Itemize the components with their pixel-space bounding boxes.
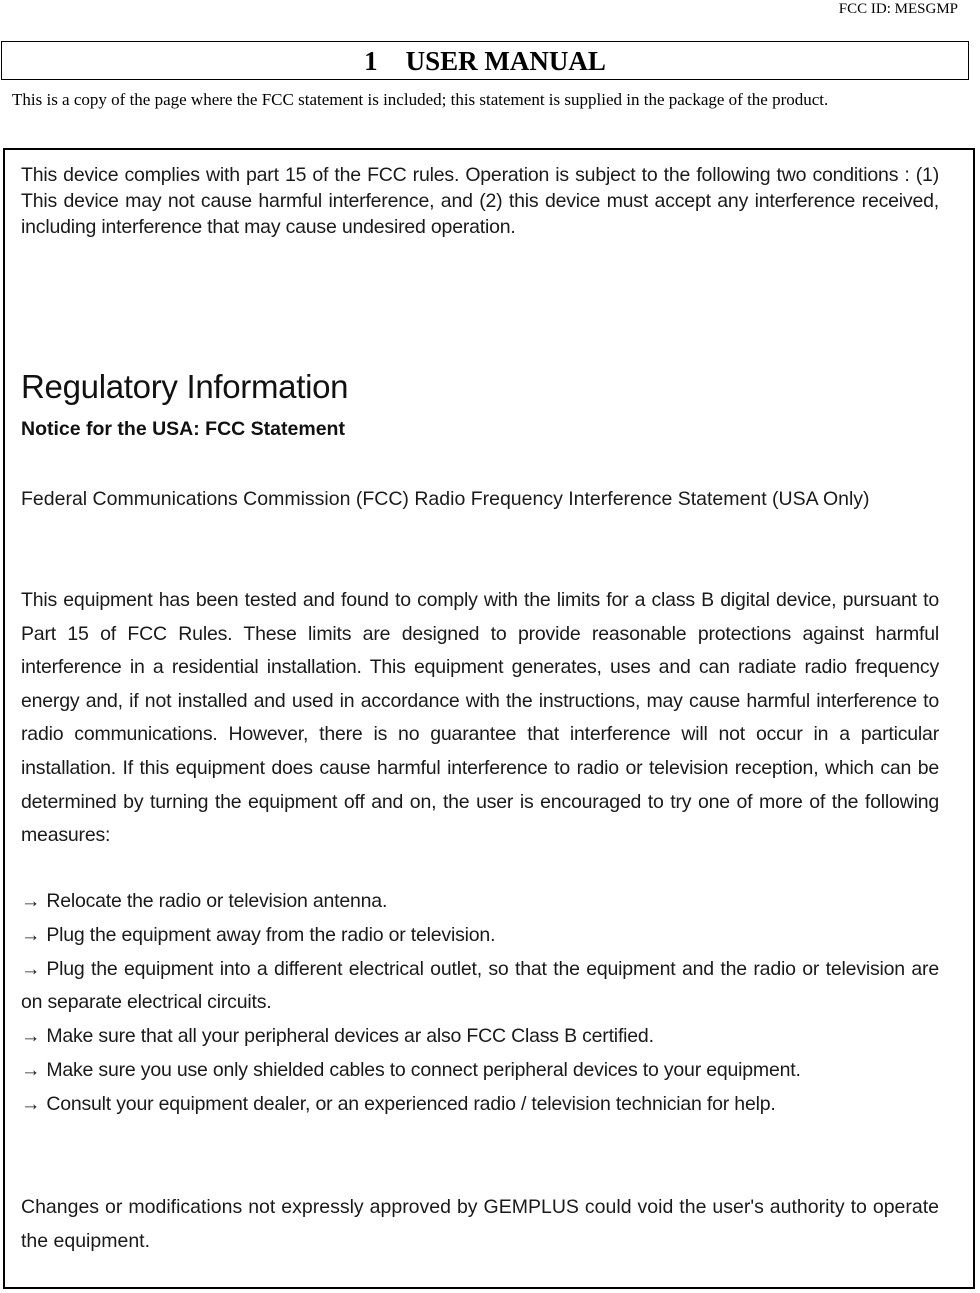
arrow-right-icon: → <box>21 1092 41 1115</box>
notice-subheading: Notice for the USA: FCC Statement <box>21 418 345 440</box>
arrow-right-icon: → <box>21 1025 41 1048</box>
list-item: → Make sure you use only shielded cables … <box>21 1058 801 1081</box>
list-item: → Make sure that all your peripheral devi… <box>21 1025 654 1048</box>
arrow-right-icon: → <box>21 890 41 912</box>
list-item: → Relocate the radio or television antenn… <box>21 890 388 912</box>
fcc-id-header: FCC ID: MESGMP <box>838 1 958 17</box>
arrow-right-icon: → <box>21 1058 41 1081</box>
list-item: → Plug the equipment away from the radio … <box>21 923 496 946</box>
measures-list: → Relocate the radio or television antenn… <box>21 885 939 1122</box>
body-paragraph: This equipment has been tested and found… <box>21 589 939 847</box>
arrow-right-icon: → <box>21 923 41 946</box>
list-item: → Consult your equipment dealer, or an ex… <box>21 1092 776 1115</box>
regulatory-heading: Regulatory Information <box>21 368 349 405</box>
section-title: USER MANUAL <box>405 46 606 76</box>
section-title-box: 1 USER MANUAL <box>1 41 969 80</box>
intro-text: This is a copy of the page where the FCC… <box>12 90 829 109</box>
section-number: 1 <box>364 46 378 76</box>
arrow-right-icon: → <box>21 957 41 980</box>
scanned-fcc-statement: This device complies with part 15 of the… <box>3 148 975 1289</box>
compliance-paragraph: This device complies with part 15 of the… <box>21 164 939 238</box>
closing-paragraph: Changes or modifications not expressly a… <box>21 1196 939 1252</box>
list-item: → Plug the equipment into a different ele… <box>21 957 939 1014</box>
rf-statement-title: Federal Communications Commission (FCC) … <box>21 488 870 510</box>
